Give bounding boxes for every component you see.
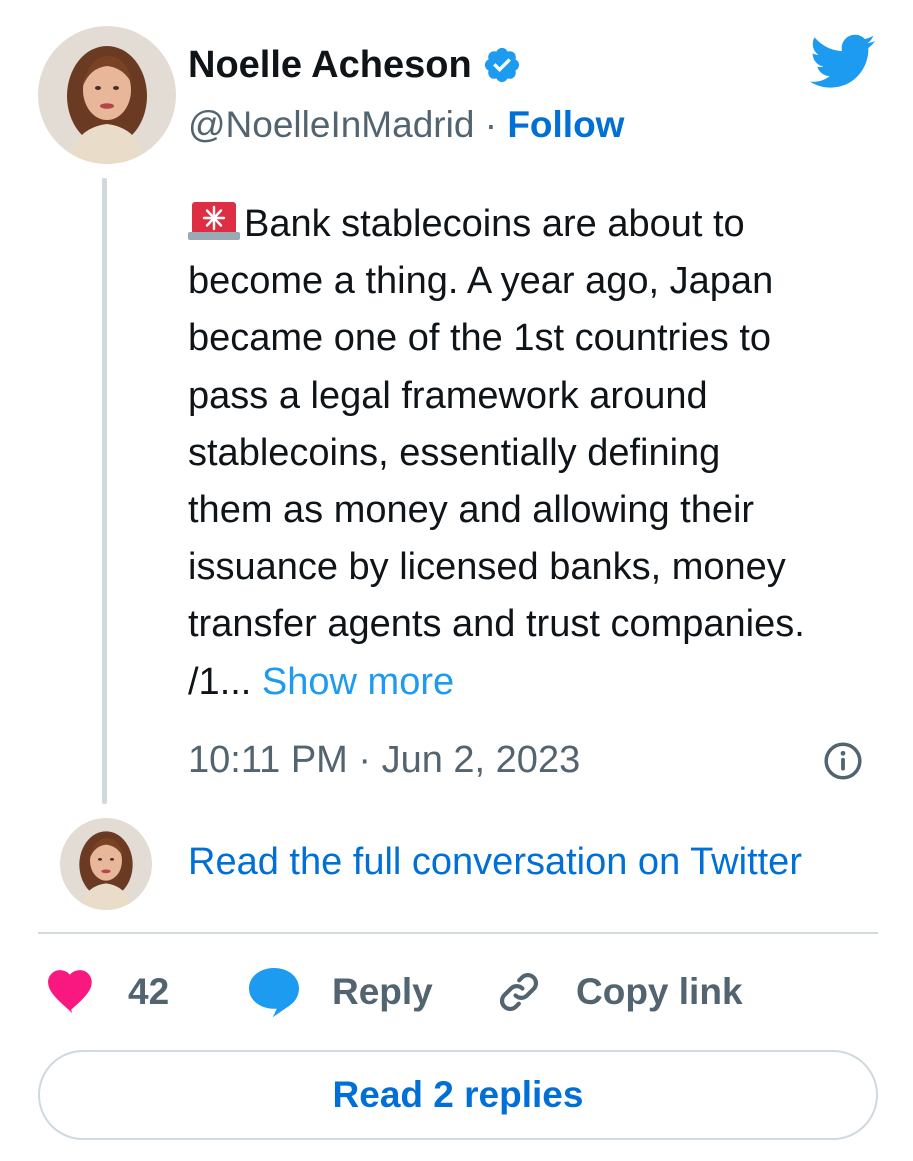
avatar-photo-small xyxy=(60,818,152,910)
heart-icon xyxy=(44,968,98,1016)
author-handle[interactable]: @NoelleInMadrid xyxy=(188,104,474,145)
link-icon xyxy=(496,969,542,1015)
speech-bubble-icon xyxy=(246,966,302,1018)
like-count: 42 xyxy=(128,971,170,1012)
like-button[interactable]: 42 xyxy=(44,962,169,1022)
author-avatar[interactable] xyxy=(38,26,176,164)
reply-button[interactable]: Reply xyxy=(246,962,433,1022)
tweet-timestamp[interactable]: 10:11 PM · Jun 2, 2023 xyxy=(188,736,580,784)
tweet-text: Bank stablecoins are about to become a t… xyxy=(188,203,805,703)
tweet-body: Bank stablecoins are about to become a t… xyxy=(188,196,888,711)
author-name[interactable]: Noelle Acheson xyxy=(188,42,522,88)
follow-link[interactable]: Follow xyxy=(507,104,624,145)
copy-link-button[interactable]: Copy link xyxy=(496,962,743,1022)
info-icon[interactable] xyxy=(822,740,864,782)
rotating-light-emoji xyxy=(188,198,240,242)
copy-link-label: Copy link xyxy=(576,971,743,1012)
twitter-bird-icon[interactable] xyxy=(810,34,876,90)
handle-separator: · xyxy=(474,104,508,145)
thread-connector-line xyxy=(102,178,107,804)
read-full-conversation-link[interactable]: Read the full conversation on Twitter xyxy=(188,838,802,886)
author-handle-line: @NoelleInMadrid · Follow xyxy=(188,102,624,148)
embedded-tweet-card: Noelle Acheson @NoelleInMadrid · Follow xyxy=(0,0,913,1161)
action-bar: 42 Reply Copy link xyxy=(44,962,884,1022)
show-more-link[interactable]: Show more xyxy=(262,661,454,703)
reply-label: Reply xyxy=(332,971,433,1012)
author-avatar-small[interactable] xyxy=(60,818,152,910)
avatar-photo xyxy=(38,26,176,164)
read-replies-button[interactable]: Read 2 replies xyxy=(38,1050,878,1140)
verified-badge-icon xyxy=(482,45,522,85)
author-name-text: Noelle Acheson xyxy=(188,44,472,86)
divider xyxy=(38,932,878,934)
